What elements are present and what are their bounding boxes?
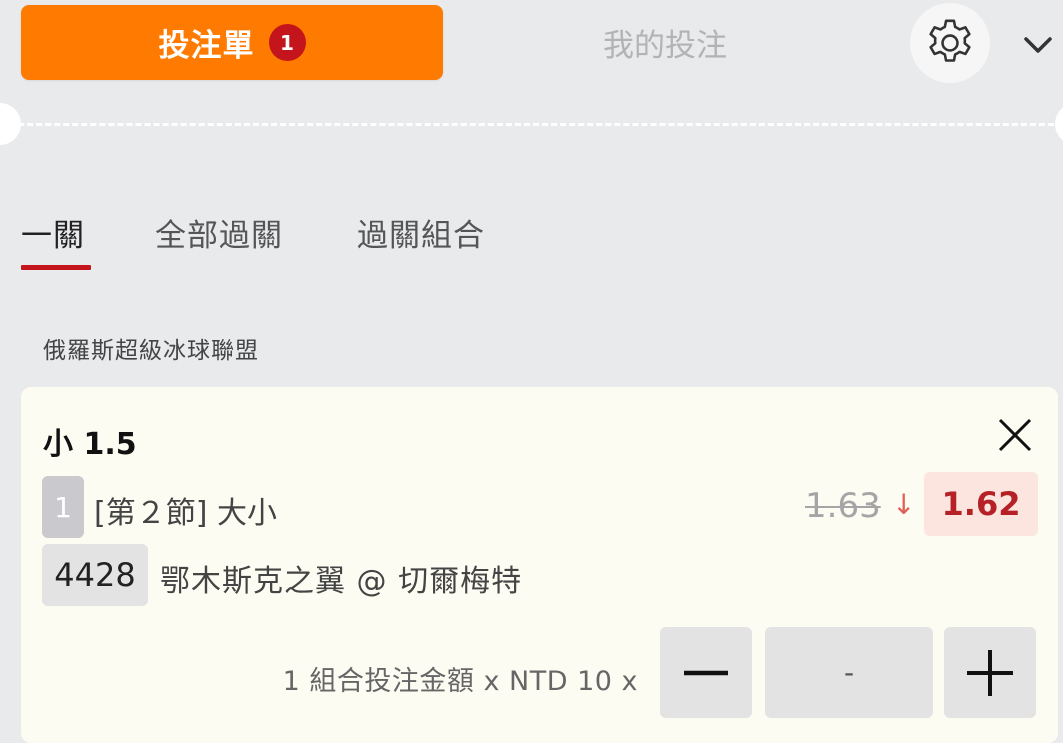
tab-betslip-label: 投注單 bbox=[158, 28, 255, 64]
ticket-divider bbox=[0, 123, 1063, 126]
collapse-button[interactable] bbox=[1018, 28, 1058, 62]
down-arrow-icon: ↓ bbox=[892, 488, 916, 521]
tab-my-bets[interactable]: 我的投注 bbox=[520, 5, 810, 80]
tab-all-parlay[interactable]: 全部過關 bbox=[155, 210, 283, 255]
betslip-count-badge: 1 bbox=[268, 24, 306, 61]
chevron-down-icon bbox=[1024, 37, 1052, 53]
ticket-notch-left bbox=[0, 103, 21, 145]
tab-single[interactable]: 一關 bbox=[21, 210, 85, 255]
stake-input[interactable] bbox=[765, 627, 933, 718]
tab-my-bets-label: 我的投注 bbox=[603, 28, 727, 64]
bet-card: 小 1.5 1 [第２節] 大小 1.63 ↓ 1.62 4428 鄂木斯克之翼… bbox=[21, 387, 1058, 743]
match-name: 鄂木斯克之翼 @ 切爾梅特 bbox=[160, 564, 523, 599]
ticket-notch-right bbox=[1055, 103, 1063, 145]
old-odds: 1.63 bbox=[805, 486, 881, 526]
active-tab-indicator bbox=[21, 265, 91, 270]
market-name: [第２節] 大小 bbox=[94, 496, 277, 531]
minus-icon bbox=[684, 670, 728, 675]
gear-icon bbox=[929, 19, 971, 62]
league-name: 俄羅斯超級冰球聯盟 bbox=[43, 338, 259, 364]
decrease-stake-button[interactable] bbox=[660, 627, 752, 718]
tab-betslip[interactable]: 投注單 1 bbox=[21, 5, 443, 80]
stake-label: 1 組合投注金額 x NTD 10 x bbox=[282, 666, 638, 697]
tab-parlay-combo[interactable]: 過關組合 bbox=[357, 210, 485, 255]
period-badge: 1 bbox=[42, 476, 84, 538]
match-code: 4428 bbox=[42, 544, 148, 606]
remove-bet-button[interactable] bbox=[997, 417, 1033, 453]
settings-button[interactable] bbox=[910, 3, 990, 83]
plus-icon bbox=[967, 649, 1013, 696]
selection-name: 小 1.5 bbox=[43, 427, 137, 462]
new-odds: 1.62 bbox=[924, 472, 1038, 536]
increase-stake-button[interactable] bbox=[944, 627, 1036, 718]
close-icon bbox=[998, 418, 1032, 452]
